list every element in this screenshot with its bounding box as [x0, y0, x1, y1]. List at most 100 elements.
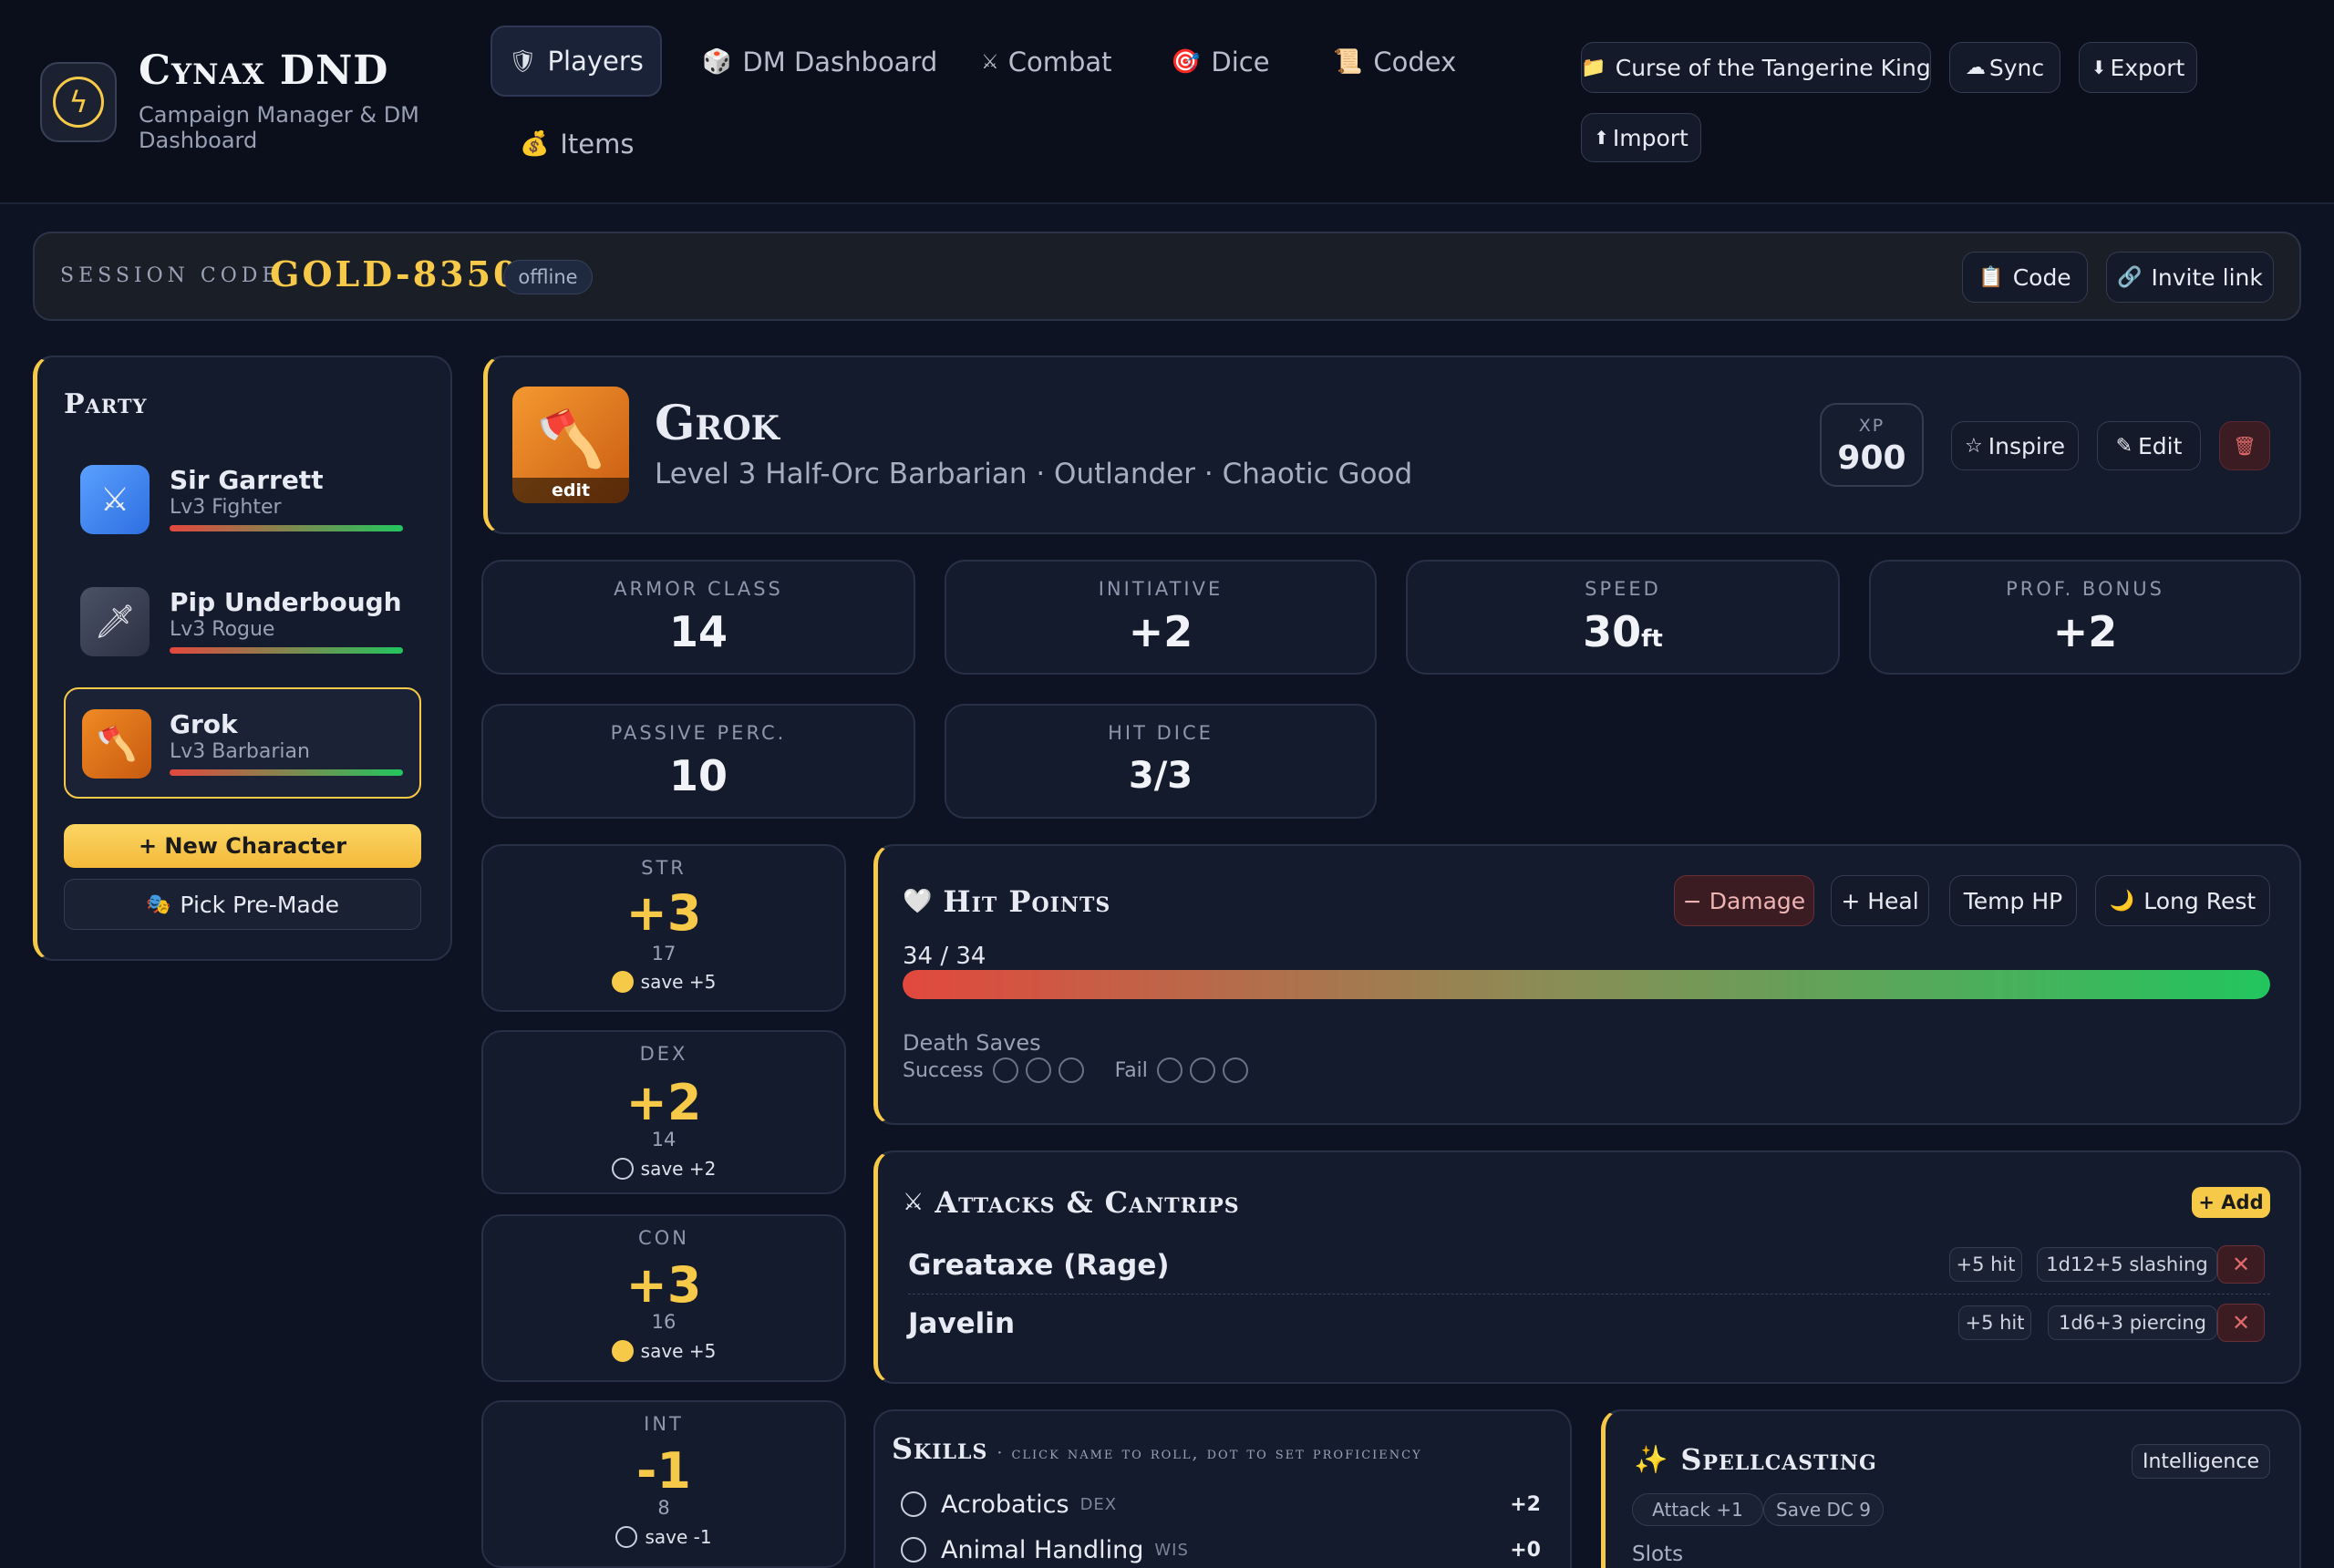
ability-dex[interactable]: DEX +2 14 save +2	[481, 1030, 846, 1194]
remove-attack-button[interactable]: ✕	[2217, 1245, 2265, 1284]
tab-players-label: Players	[547, 46, 644, 77]
campaign-select-button[interactable]: 📁 Curse of the Tangerine King	[1581, 42, 1931, 93]
tab-dice[interactable]: 🎯 Dice	[1171, 40, 1270, 84]
tab-dice-label: Dice	[1211, 46, 1270, 77]
ability-save-row: save +2	[483, 1158, 844, 1180]
crossed-swords-icon: ⚔	[99, 480, 130, 519]
ability-save-row: save -1	[483, 1526, 844, 1548]
damage-button[interactable]: − Damage	[1674, 875, 1814, 926]
character-description: Level 3 Half-Orc Barbarian · Outlander ·…	[655, 458, 1413, 490]
new-character-button[interactable]: + New Character	[64, 824, 421, 868]
skill-proficiency-dot[interactable]	[901, 1537, 926, 1563]
invite-link-button[interactable]: 🔗 Invite link	[2106, 252, 2274, 303]
portrait-edit-label: edit	[512, 478, 629, 503]
long-rest-button[interactable]: 🌙 Long Rest	[2095, 875, 2270, 926]
party-member-name: Pip Underbough	[170, 587, 402, 617]
party-member-grok[interactable]: 🪓 Grok Lv3 Barbarian	[64, 687, 421, 799]
ability-int[interactable]: INT -1 8 save -1	[481, 1400, 846, 1568]
death-saves-fail-label: Fail	[1114, 1058, 1148, 1082]
character-portrait[interactable]: 🪓 edit	[512, 387, 629, 503]
success-check-2[interactable]	[1025, 1057, 1051, 1083]
remove-attack-button[interactable]: ✕	[2217, 1304, 2265, 1342]
edit-character-button[interactable]: ✎ Edit	[2097, 421, 2201, 470]
stat-value: 10	[668, 751, 728, 800]
stat-value: 14	[668, 607, 728, 656]
success-check-1[interactable]	[992, 1057, 1018, 1083]
skill-row[interactable]: Animal Handling WIS +0	[901, 1533, 1541, 1566]
fail-check-3[interactable]	[1222, 1057, 1248, 1083]
party-member-class: Lv3 Fighter	[170, 496, 282, 519]
rogue-avatar: 🗡	[80, 587, 150, 656]
sync-button[interactable]: ☁ Sync	[1949, 42, 2060, 93]
fail-check-1[interactable]	[1156, 1057, 1182, 1083]
spell-slots-label: Slots	[1632, 1542, 1684, 1566]
skill-row[interactable]: Acrobatics DEX +2	[901, 1488, 1541, 1521]
ability-save: save -1	[645, 1526, 712, 1548]
pick-premade-button[interactable]: 🎭 Pick Pre-Made	[64, 879, 421, 930]
party-member-name: Sir Garrett	[170, 465, 324, 495]
axe-icon: 🪓	[96, 726, 138, 763]
death-saves-row: Success Fail	[903, 1057, 1248, 1083]
tab-items[interactable]: 💰 Items	[520, 122, 635, 166]
copy-code-button[interactable]: 📋 Code	[1962, 252, 2088, 303]
temp-hp-button[interactable]: Temp HP	[1949, 875, 2077, 926]
save-proficiency-dot[interactable]	[615, 1526, 638, 1548]
death-saves-success-label: Success	[903, 1058, 984, 1082]
ability-score: 17	[651, 943, 676, 965]
attack-damage-pill[interactable]: 1d6+3 piercing	[2048, 1305, 2217, 1340]
star-icon: ☆	[1965, 434, 1983, 458]
party-member-hp-bar	[170, 525, 403, 531]
hp-text: 34 / 34	[903, 943, 986, 970]
crossed-swords-icon: ⚔	[981, 50, 999, 74]
download-icon: ⬇	[2091, 57, 2107, 78]
inspire-button[interactable]: ☆ Inspire	[1951, 421, 2079, 470]
hp-bar-fill	[903, 970, 2270, 999]
attack-row[interactable]: Greataxe (Rage) +5 hit 1d12+5 slashing ✕	[908, 1243, 2270, 1295]
spellcasting-panel	[1601, 1409, 2301, 1568]
party-member-hp-bar	[170, 769, 403, 776]
fail-check-2[interactable]	[1189, 1057, 1215, 1083]
stat-value: +2	[2052, 607, 2118, 656]
tab-dm-dashboard[interactable]: 🎲 DM Dashboard	[702, 40, 937, 84]
ability-con[interactable]: CON +3 16 save +5	[481, 1214, 846, 1382]
ability-save: save +5	[640, 1340, 717, 1362]
attack-damage-pill[interactable]: 1d12+5 slashing	[2037, 1247, 2217, 1282]
skill-name[interactable]: Animal Handling	[941, 1536, 1143, 1564]
save-proficiency-dot[interactable]	[611, 971, 634, 993]
spellcasting-ability-select[interactable]: Intelligence	[2132, 1444, 2270, 1479]
close-icon: ✕	[2231, 1252, 2251, 1277]
save-proficiency-dot[interactable]	[611, 1340, 634, 1362]
skill-proficiency-dot[interactable]	[901, 1491, 926, 1517]
export-button[interactable]: ⬇ Export	[2079, 42, 2197, 93]
attack-hit-pill[interactable]: +5 hit	[1958, 1305, 2031, 1340]
folder-icon: 📁	[1581, 56, 1606, 79]
tab-players[interactable]: 🛡 Players	[491, 26, 662, 97]
party-heading: Party	[64, 388, 148, 420]
stat-value: +2	[1128, 607, 1193, 656]
app-logo: ϟ	[40, 62, 117, 142]
pencil-icon: ✎	[2115, 434, 2133, 458]
skill-name[interactable]: Acrobatics	[941, 1491, 1069, 1519]
heal-button[interactable]: + Heal	[1831, 875, 1929, 926]
attack-row[interactable]: Javelin +5 hit 1d6+3 piercing ✕	[908, 1302, 2270, 1353]
save-proficiency-dot[interactable]	[611, 1158, 634, 1180]
session-code-value: GOLD-8350	[270, 253, 521, 294]
attack-name[interactable]: Javelin	[908, 1307, 1015, 1340]
party-member-pip-underbough[interactable]: 🗡 Pip Underbough Lv3 Rogue	[64, 574, 421, 665]
attack-name[interactable]: Greataxe (Rage)	[908, 1249, 1170, 1282]
success-check-3[interactable]	[1058, 1057, 1084, 1083]
add-attack-button[interactable]: + Add	[2192, 1187, 2270, 1218]
stat-passive-perception: PASSIVE PERC. 10	[481, 704, 915, 819]
party-member-sir-garrett[interactable]: ⚔ Sir Garrett Lv3 Fighter	[64, 452, 421, 543]
ability-score: 8	[657, 1497, 670, 1519]
tab-combat[interactable]: ⚔ Combat	[981, 40, 1112, 84]
inspire-label: Inspire	[1988, 432, 2065, 459]
party-member-name: Grok	[170, 709, 238, 739]
skill-ability: DEX	[1079, 1494, 1118, 1514]
attack-hit-pill[interactable]: +5 hit	[1949, 1247, 2022, 1282]
import-button[interactable]: ⬆ Import	[1581, 113, 1701, 162]
tab-codex[interactable]: 📜 Codex	[1333, 40, 1456, 84]
delete-character-button[interactable]: 🗑	[2219, 421, 2270, 470]
ability-str[interactable]: STR +3 17 save +5	[481, 844, 846, 1012]
stat-initiative[interactable]: INITIATIVE +2	[945, 560, 1377, 675]
